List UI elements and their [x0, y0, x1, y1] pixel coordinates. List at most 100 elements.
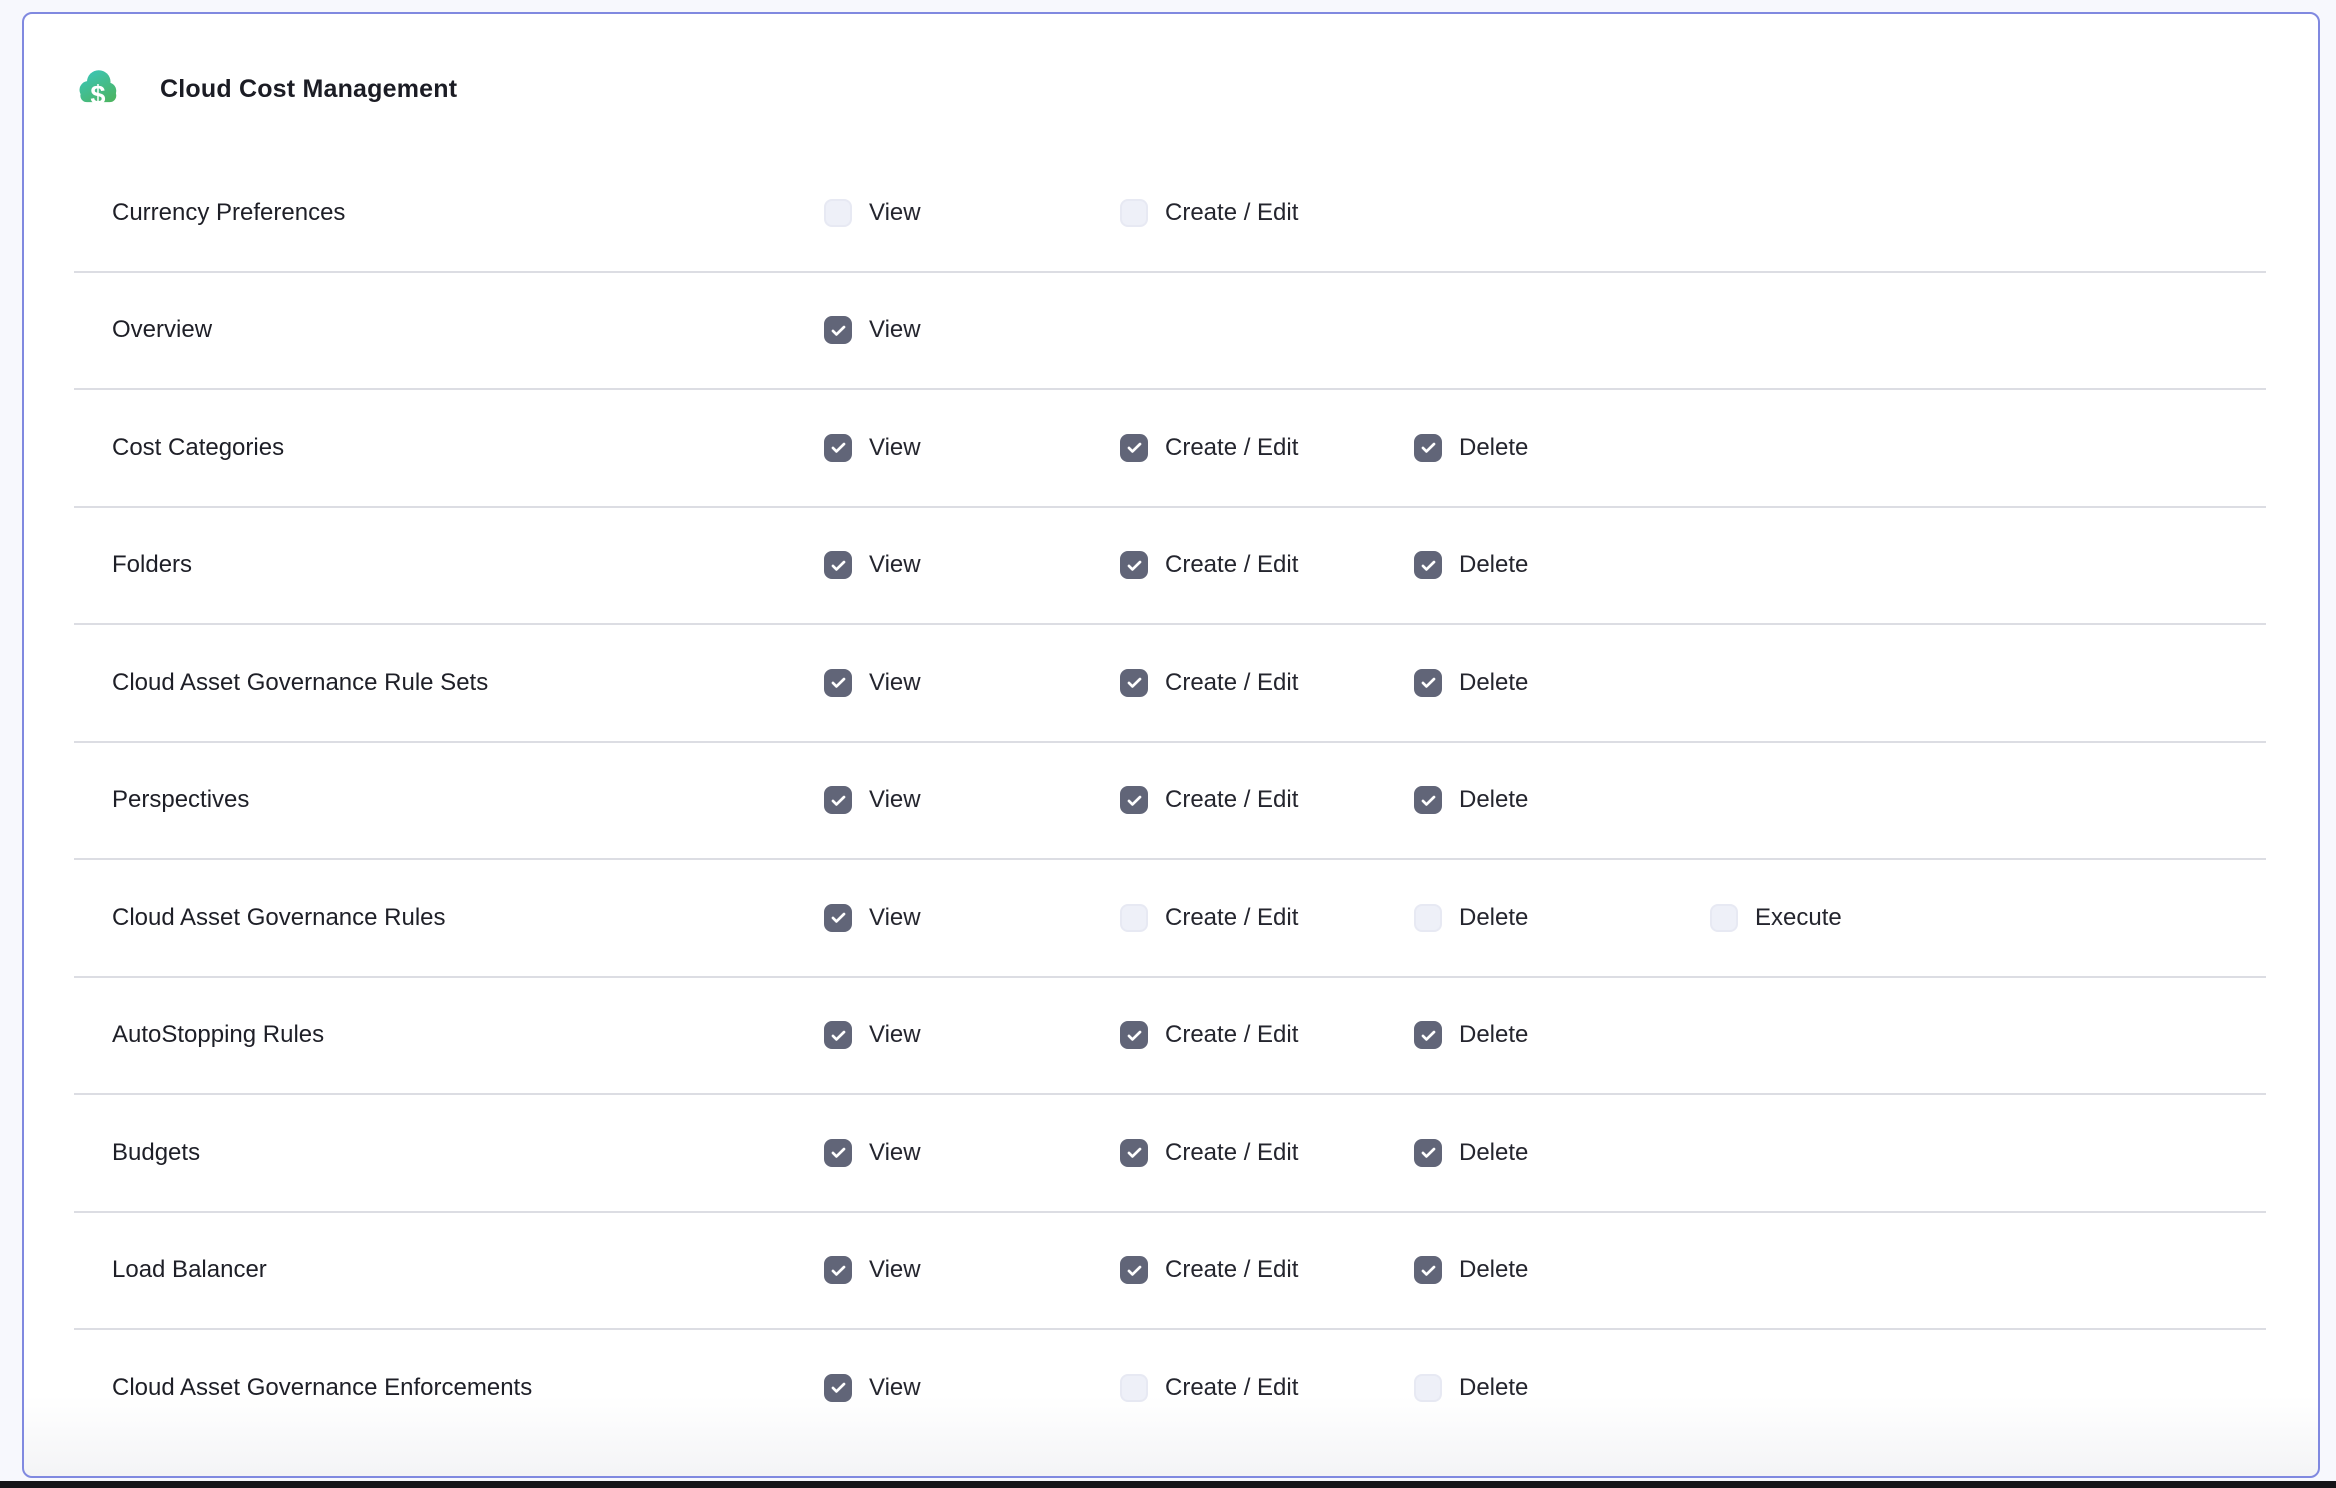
create-edit-checkbox[interactable]: [1120, 669, 1148, 697]
execute-checkbox[interactable]: [1710, 904, 1738, 932]
delete-checkbox-label[interactable]: Delete: [1459, 551, 1528, 579]
view-checkbox[interactable]: [824, 199, 852, 227]
delete-checkbox-label[interactable]: Delete: [1459, 904, 1528, 932]
checkmark-icon: [829, 556, 848, 575]
delete-checkbox[interactable]: [1414, 1256, 1442, 1284]
create-edit-checkbox-label[interactable]: Create / Edit: [1165, 434, 1298, 462]
checkmark-icon: [829, 438, 848, 457]
checkmark-icon: [1419, 1261, 1438, 1280]
create-edit-checkbox-label[interactable]: Create / Edit: [1165, 904, 1298, 932]
checkmark-icon: [829, 1261, 848, 1280]
delete-checkbox[interactable]: [1414, 1021, 1442, 1049]
view-checkbox-label[interactable]: View: [869, 1374, 921, 1402]
delete-permission-cell: Delete: [1414, 551, 1710, 579]
delete-checkbox-label[interactable]: Delete: [1459, 1374, 1528, 1402]
create-edit-permission-cell: Create / Edit: [1120, 1139, 1414, 1167]
checkmark-icon: [829, 908, 848, 927]
delete-checkbox-label[interactable]: Delete: [1459, 669, 1528, 697]
checkmark-icon: [1125, 1143, 1144, 1162]
view-checkbox[interactable]: [824, 316, 852, 344]
delete-checkbox-label[interactable]: Delete: [1459, 1139, 1528, 1167]
checkmark-icon: [829, 791, 848, 810]
resource-label: Cost Categories: [112, 434, 824, 462]
delete-checkbox[interactable]: [1414, 669, 1442, 697]
view-permission-cell: View: [824, 669, 1120, 697]
delete-checkbox-label[interactable]: Delete: [1459, 1021, 1528, 1049]
permission-row: FoldersViewCreate / EditDelete: [24, 507, 2318, 625]
resource-label: Currency Preferences: [112, 199, 824, 227]
create-edit-checkbox-label[interactable]: Create / Edit: [1165, 1021, 1298, 1049]
create-edit-checkbox-label[interactable]: Create / Edit: [1165, 199, 1298, 227]
checkmark-icon: [1419, 438, 1438, 457]
create-edit-permission-cell: Create / Edit: [1120, 1374, 1414, 1402]
resource-label: Cloud Asset Governance Enforcements: [112, 1374, 824, 1402]
view-checkbox[interactable]: [824, 1374, 852, 1402]
checkmark-icon: [1125, 438, 1144, 457]
create-edit-checkbox-label[interactable]: Create / Edit: [1165, 1374, 1298, 1402]
view-checkbox-label[interactable]: View: [869, 434, 921, 462]
view-checkbox-label[interactable]: View: [869, 1256, 921, 1284]
create-edit-checkbox[interactable]: [1120, 1374, 1148, 1402]
view-checkbox[interactable]: [824, 551, 852, 579]
view-checkbox-label[interactable]: View: [869, 1021, 921, 1049]
create-edit-checkbox-label[interactable]: Create / Edit: [1165, 551, 1298, 579]
svg-text:$: $: [90, 79, 105, 110]
create-edit-checkbox[interactable]: [1120, 904, 1148, 932]
view-permission-cell: View: [824, 1256, 1120, 1284]
view-checkbox-label[interactable]: View: [869, 669, 921, 697]
delete-checkbox[interactable]: [1414, 904, 1442, 932]
delete-checkbox[interactable]: [1414, 434, 1442, 462]
view-checkbox[interactable]: [824, 1021, 852, 1049]
checkmark-icon: [1419, 556, 1438, 575]
create-edit-checkbox[interactable]: [1120, 551, 1148, 579]
checkmark-icon: [829, 1026, 848, 1045]
create-edit-checkbox-label[interactable]: Create / Edit: [1165, 786, 1298, 814]
view-checkbox[interactable]: [824, 1139, 852, 1167]
view-checkbox-label[interactable]: View: [869, 1139, 921, 1167]
view-checkbox-label[interactable]: View: [869, 551, 921, 579]
create-edit-checkbox[interactable]: [1120, 1256, 1148, 1284]
delete-checkbox[interactable]: [1414, 1374, 1442, 1402]
resource-label: Cloud Asset Governance Rule Sets: [112, 669, 824, 697]
checkmark-icon: [829, 673, 848, 692]
create-edit-checkbox[interactable]: [1120, 1139, 1148, 1167]
create-edit-permission-cell: Create / Edit: [1120, 551, 1414, 579]
view-checkbox[interactable]: [824, 786, 852, 814]
create-edit-checkbox[interactable]: [1120, 1021, 1148, 1049]
view-permission-cell: View: [824, 1021, 1120, 1049]
delete-checkbox-label[interactable]: Delete: [1459, 786, 1528, 814]
view-checkbox[interactable]: [824, 434, 852, 462]
delete-permission-cell: Delete: [1414, 1256, 1710, 1284]
view-checkbox-label[interactable]: View: [869, 316, 921, 344]
view-checkbox-label[interactable]: View: [869, 199, 921, 227]
view-checkbox-label[interactable]: View: [869, 786, 921, 814]
view-checkbox-label[interactable]: View: [869, 904, 921, 932]
delete-permission-cell: Delete: [1414, 1021, 1710, 1049]
view-permission-cell: View: [824, 1139, 1120, 1167]
view-checkbox[interactable]: [824, 904, 852, 932]
delete-checkbox[interactable]: [1414, 551, 1442, 579]
create-edit-checkbox[interactable]: [1120, 199, 1148, 227]
view-checkbox[interactable]: [824, 669, 852, 697]
create-edit-permission-cell: Create / Edit: [1120, 786, 1414, 814]
view-checkbox[interactable]: [824, 1256, 852, 1284]
checkmark-icon: [829, 1378, 848, 1397]
execute-checkbox-label[interactable]: Execute: [1755, 904, 1842, 932]
create-edit-checkbox-label[interactable]: Create / Edit: [1165, 1256, 1298, 1284]
delete-checkbox[interactable]: [1414, 786, 1442, 814]
create-edit-checkbox[interactable]: [1120, 434, 1148, 462]
permission-row: Budgets View Create / Edit Delete: [24, 1094, 2318, 1212]
cropped-content-strip: [0, 1481, 2336, 1488]
permission-row: PerspectivesViewCreate / EditDelete: [24, 742, 2318, 860]
create-edit-checkbox-label[interactable]: Create / Edit: [1165, 1139, 1298, 1167]
resource-label: Budgets: [112, 1139, 824, 1167]
create-edit-checkbox[interactable]: [1120, 786, 1148, 814]
delete-checkbox[interactable]: [1414, 1139, 1442, 1167]
create-edit-checkbox-label[interactable]: Create / Edit: [1165, 669, 1298, 697]
delete-checkbox-label[interactable]: Delete: [1459, 1256, 1528, 1284]
delete-checkbox-label[interactable]: Delete: [1459, 434, 1528, 462]
checkmark-icon: [1419, 791, 1438, 810]
checkmark-icon: [1125, 1261, 1144, 1280]
checkmark-icon: [1419, 673, 1438, 692]
view-permission-cell: View: [824, 199, 1120, 227]
